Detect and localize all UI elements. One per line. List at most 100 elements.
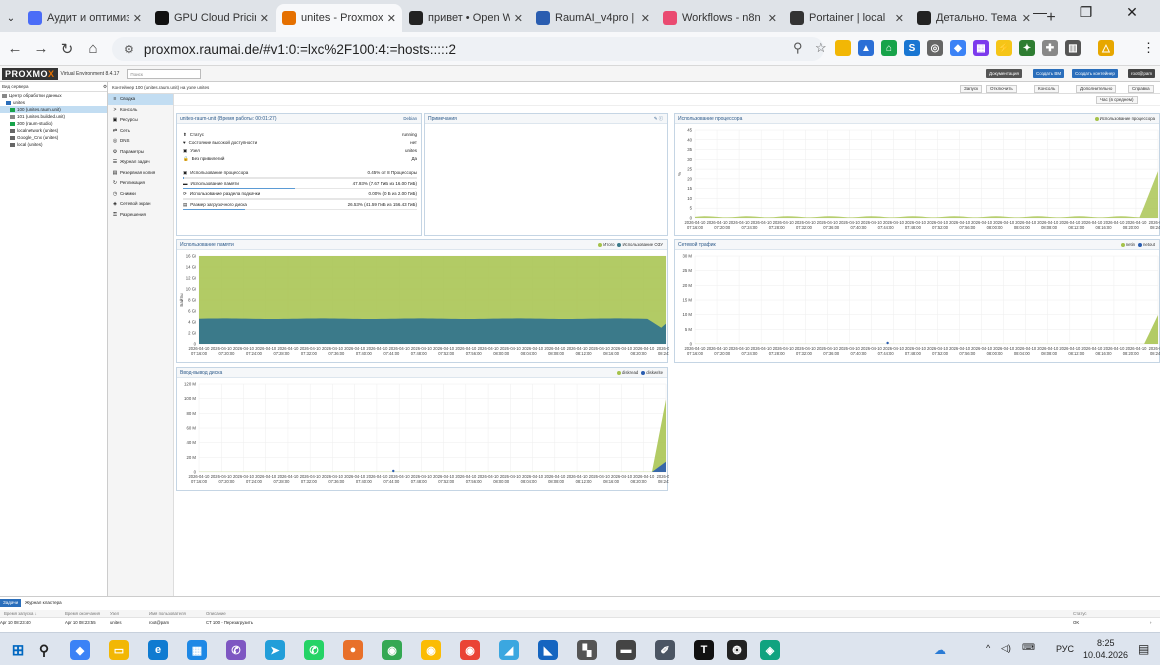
row-expand-icon[interactable]: › [1150,619,1151,627]
col-status[interactable]: Статус [1073,610,1087,618]
browser-menu-icon[interactable]: ⋮ [1142,40,1155,56]
tree-item[interactable]: local (unites) [0,141,107,148]
view-selector[interactable]: Вид сервера ⚙ [0,82,107,92]
viber-icon[interactable]: ✆ [226,640,246,660]
user-menu-button[interactable]: root@pam [1128,69,1156,78]
notes-edit-icon[interactable]: ✎ ⓘ [654,114,663,124]
site-info-icon[interactable]: ⚙ [124,43,134,56]
zoom-icon[interactable]: ⚲ [793,40,803,56]
browser-tab[interactable]: привет • Open W ✕ [403,4,529,32]
telegram-icon[interactable]: ➤ [265,640,285,660]
close-tab-icon[interactable]: ✕ [514,12,523,25]
menu-item[interactable]: ⚿ Разрешения [108,210,173,221]
reload-icon[interactable]: ↻ [54,40,80,58]
close-tab-icon[interactable]: ✕ [895,12,904,25]
menu-item[interactable]: ⚙ Параметры [108,147,173,158]
home-icon[interactable]: ⌂ [80,40,106,57]
close-tab-icon[interactable]: ✕ [387,12,396,25]
menu-item[interactable]: ◎ DNS [108,136,173,147]
file-explorer-icon[interactable]: ▭ [109,640,129,660]
menu-item[interactable]: ◷ Снимки [108,189,173,200]
app-icon[interactable]: ◈ [760,640,780,660]
browser-tab[interactable]: Portainer | local ✕ [784,4,910,32]
extension-icon[interactable]: ◎ [927,40,943,56]
weather-icon[interactable]: ☁ [934,643,946,657]
app-icon[interactable]: ◢ [499,640,519,660]
more-button[interactable]: Дополнительно [1076,85,1117,93]
app-icon[interactable]: ◆ [70,640,90,660]
bookmark-star-icon[interactable]: ☆ [815,40,827,56]
col-node[interactable]: Узел [110,610,119,618]
menu-item[interactable]: ≡ Сводка [108,94,173,105]
tree-item[interactable]: Центр обработки данных [0,92,107,99]
edge-icon[interactable]: e [148,640,168,660]
extensions-puzzle-icon[interactable]: ✚ [1042,40,1058,56]
menu-item[interactable]: ☰ Журнал задач [108,157,173,168]
col-desc[interactable]: Описание [206,610,226,618]
language-indicator[interactable]: РУС [1056,644,1074,654]
calculator-icon[interactable]: ▦ [187,640,207,660]
tree-item[interactable]: 300 (raum-studio) [0,120,107,127]
browser-tab[interactable]: GPU Cloud Pricin ✕ [149,4,275,32]
close-tab-icon[interactable]: ✕ [641,12,650,25]
forward-icon[interactable]: → [28,40,54,57]
menu-item[interactable]: ▤ Резервная копия [108,168,173,179]
chrome-icon[interactable]: ◉ [460,640,480,660]
tree-item[interactable]: 100 (unites.raum.unit) [0,106,107,113]
keyboard-icon[interactable]: ⌨ [1022,642,1035,653]
menu-item[interactable]: ⇄ Сеть [108,126,173,137]
chrome-icon[interactable]: ◉ [421,640,441,660]
help-button[interactable]: Справка [1128,85,1154,93]
console-button[interactable]: Консоль [1034,85,1060,93]
restore-icon[interactable]: ❐ [1063,4,1109,21]
search-input[interactable]: Поиск [127,68,202,79]
extension-icon[interactable]: ✦ [1019,40,1035,56]
create-vm-button[interactable]: Создать ВМ [1033,69,1065,78]
app-icon[interactable]: ▬ [616,640,636,660]
extension-icon[interactable]: ◆ [950,40,966,56]
windows-start-icon[interactable]: ⊞ [8,640,28,660]
extension-icon[interactable]: S [904,40,920,56]
url-input[interactable]: ⚙ proxmox.raumai.de/#v1:0:=lxc%2F100:4:=… [112,37,824,61]
tab-tasks[interactable]: Задачи [0,599,22,607]
col-user[interactable]: Имя пользователя [149,610,186,618]
col-start[interactable]: Время запуска ↓ [4,610,37,618]
browser-tab[interactable]: RaumAI_v4pro | ✕ [530,4,656,32]
profile-icon[interactable]: △ [1098,40,1114,56]
table-row[interactable]: Apr 10 08:23:40 Apr 10 08:23:55 unites r… [0,619,1160,627]
tree-item[interactable]: Google_Cnx (unites) [0,134,107,141]
browser-tab[interactable]: Workflows - n8n ✕ [657,4,783,32]
menu-item[interactable]: > Консоль [108,105,173,116]
extension-icon[interactable]: ⌂ [881,40,897,56]
extension-icon[interactable]: ▦ [973,40,989,56]
menu-item[interactable]: ▣ Ресурсы [108,115,173,126]
tab-cluster-log[interactable]: Журнал кластера [22,599,65,607]
firefox-icon[interactable]: ● [343,640,363,660]
tree-item[interactable]: localnetwork (unites) [0,127,107,134]
app-icon[interactable]: T [694,640,714,660]
browser-tab[interactable]: unites - Proxmox ✕ [276,4,402,32]
close-tab-icon[interactable]: ✕ [768,12,777,25]
minimize-icon[interactable]: — [1017,4,1063,20]
col-end[interactable]: Время окончания [65,610,100,618]
back-icon[interactable]: ← [2,40,28,57]
docs-button[interactable]: Документация [986,69,1022,78]
start-button[interactable]: Запуск [960,85,983,93]
tree-item[interactable]: 101 (unites.builded.unit) [0,113,107,120]
notifications-icon[interactable]: ▤ [1138,642,1149,656]
menu-item[interactable]: ↻ Репликация [108,178,173,189]
timeframe-select[interactable]: Час (в среднем) [1096,96,1138,104]
close-tab-icon[interactable]: ✕ [133,12,142,25]
app-icon[interactable]: ✐ [655,640,675,660]
clock-time[interactable]: 8:25 [1097,638,1115,648]
close-window-icon[interactable]: ✕ [1109,4,1155,21]
chatgpt-icon[interactable]: ❂ [727,640,747,660]
shutdown-button[interactable]: Отключить [986,85,1017,93]
volume-icon[interactable]: ◁) [1001,643,1011,654]
tree-item[interactable]: unites [0,99,107,106]
sidebar-icon[interactable]: ▥ [1065,40,1081,56]
menu-item[interactable]: ◈ Сетевой экран [108,199,173,210]
extension-icon[interactable]: ⚡ [996,40,1012,56]
create-ct-button[interactable]: Создать контейнер [1072,69,1118,78]
clock-date[interactable]: 10.04.2026 [1083,650,1128,660]
